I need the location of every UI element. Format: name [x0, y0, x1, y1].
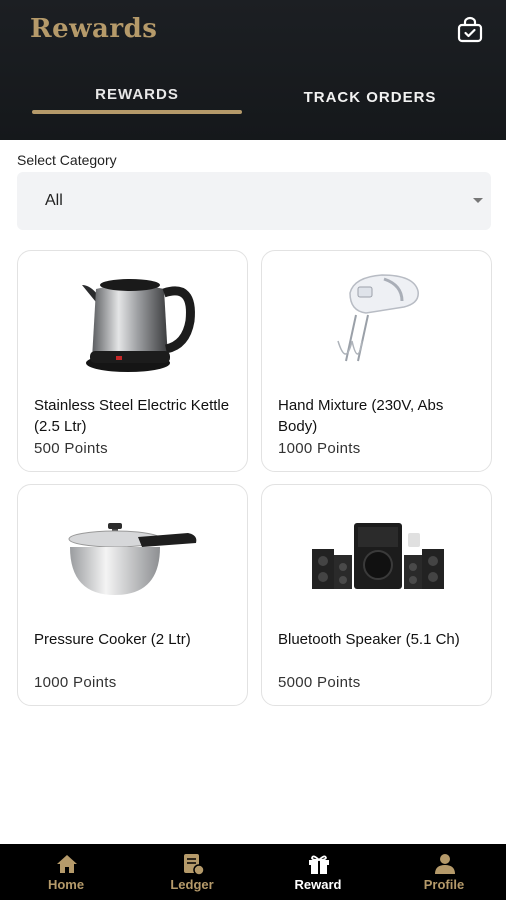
hand-mixer-image: [337, 274, 419, 362]
category-select[interactable]: All: [17, 172, 491, 230]
nav-reward[interactable]: Reward: [255, 844, 381, 900]
product-card-hand-mixer[interactable]: Hand Mixture (230V, Abs Body) 1000 Point…: [261, 250, 492, 472]
page-title: Rewards: [30, 14, 158, 44]
nav-ledger[interactable]: Ledger: [129, 844, 255, 900]
shopping-bag-check-icon[interactable]: [456, 16, 484, 44]
nav-label: Reward: [294, 877, 342, 892]
product-points: 1000 Points: [278, 440, 361, 457]
nav-home[interactable]: Home: [3, 844, 129, 900]
nav-label: Home: [47, 877, 85, 892]
nav-label: Ledger: [170, 877, 214, 892]
ledger-icon: [184, 854, 205, 876]
speaker-system-image: [312, 523, 444, 589]
product-points: 5000 Points: [278, 674, 361, 691]
product-name: Stainless Steel Electric Kettle (2.5 Ltr…: [34, 397, 230, 435]
product-name: Bluetooth Speaker (5.1 Ch): [278, 631, 460, 648]
product-name: Pressure Cooker (2 Ltr): [34, 631, 191, 648]
tab-track-orders[interactable]: TRACK ORDERS: [270, 89, 470, 129]
electric-kettle-image: [82, 279, 195, 372]
rewards-screen: Rewards REWARDS TRACK ORDERS Select Cate…: [0, 0, 506, 900]
product-points: 500 Points: [34, 440, 108, 457]
tab-rewards[interactable]: REWARDS: [30, 86, 244, 126]
home-icon: [57, 855, 77, 873]
nav-label: Profile: [423, 877, 465, 892]
category-label: Select Category: [17, 152, 117, 168]
app-header: Rewards REWARDS TRACK ORDERS: [0, 0, 506, 140]
bottom-navigation: Home Ledger Reward Profile: [0, 844, 506, 900]
product-card-pressure-cooker[interactable]: Pressure Cooker (2 Ltr) 1000 Points: [17, 484, 248, 706]
product-points: 1000 Points: [34, 674, 117, 691]
product-card-kettle[interactable]: Stainless Steel Electric Kettle (2.5 Ltr…: [17, 250, 248, 472]
gift-icon: [309, 855, 329, 874]
pressure-cooker-image: [68, 523, 197, 595]
nav-profile[interactable]: Profile: [381, 844, 506, 900]
dropdown-caret-icon: [473, 198, 483, 203]
product-card-bluetooth-speaker[interactable]: Bluetooth Speaker (5.1 Ch) 5000 Points: [261, 484, 492, 706]
product-name: Hand Mixture (230V, Abs Body): [278, 397, 444, 435]
rewards-content: Select Category All Stainless Steel Elec…: [0, 140, 506, 844]
category-selected-value: All: [45, 192, 63, 209]
active-tab-indicator: [32, 110, 242, 114]
user-icon: [435, 854, 455, 874]
